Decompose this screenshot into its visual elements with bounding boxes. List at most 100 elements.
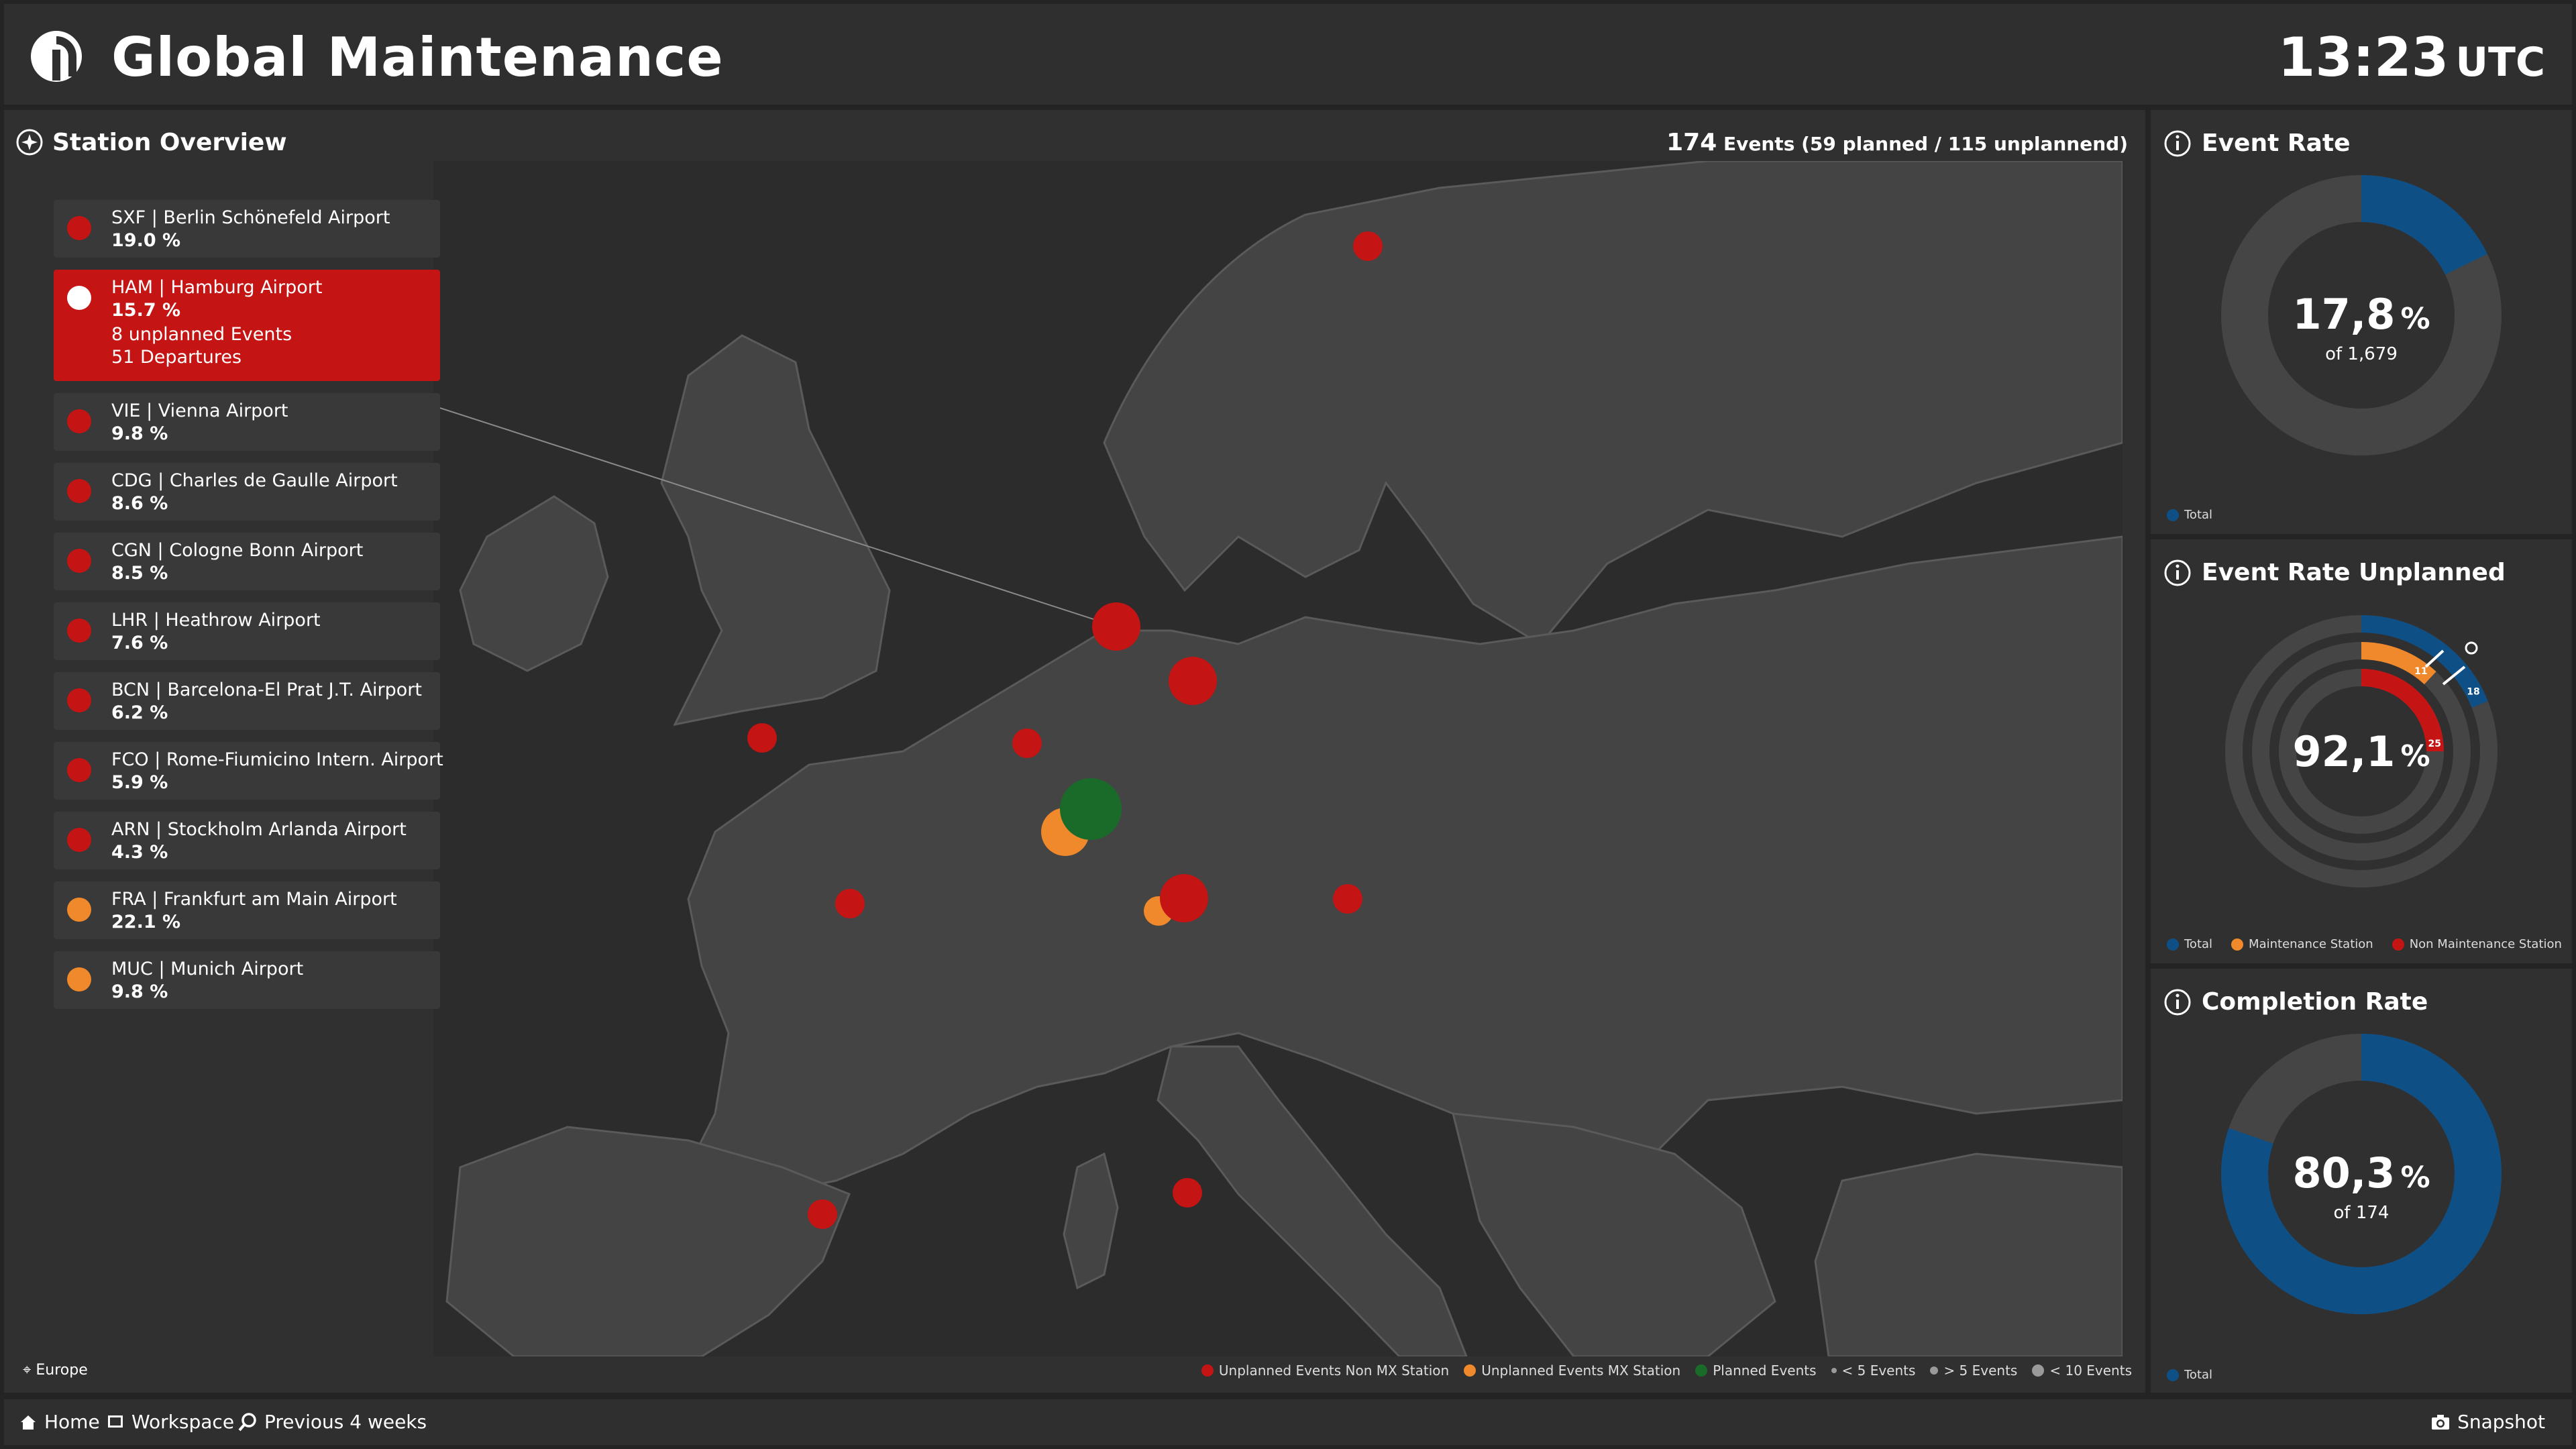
legend-swatch — [2167, 509, 2179, 521]
station-percentage: 9.8 % — [111, 423, 168, 444]
legend-label: Maintenance Station — [2249, 937, 2373, 951]
station-departures: 51 Departures — [111, 347, 242, 368]
completion-rate-donut: 80,3 % of 174 — [2221, 1034, 2502, 1314]
event-rate-unplanned-panel: Event Rate Unplanned 18 11 25 92,1% Total Ma… — [2151, 539, 2572, 963]
date-range-filter[interactable]: Previous 4 weeks — [237, 1399, 427, 1445]
station-status-dot — [67, 619, 91, 643]
station-list-item[interactable]: CGN | Cologne Bonn Airport 8.5 % — [54, 533, 440, 590]
station-percentage: 6.2 % — [111, 702, 168, 723]
info-icon — [2164, 130, 2191, 157]
events-detail: Events (59 planned / 115 unplannend) — [1723, 133, 2128, 155]
station-list: SXF | Berlin Schönefeld Airport 19.0 % HAM… — [54, 200, 443, 1021]
legend-swatch — [2231, 938, 2244, 951]
legend-swatch — [2167, 938, 2179, 951]
region-label: ⌖ Europe — [23, 1360, 88, 1381]
station-percentage: 8.5 % — [111, 563, 168, 584]
legend-swatch — [1201, 1364, 1214, 1377]
station-list-item[interactable]: HAM | Hamburg Airport 15.7 % 8 unplanned E… — [54, 270, 440, 381]
compass-icon — [16, 129, 43, 156]
home-label: Home — [44, 1411, 100, 1433]
legend-item: Planned Events — [1695, 1360, 1817, 1381]
clock: 13:23 UTC — [2278, 24, 2545, 96]
legend-swatch — [1930, 1366, 1939, 1375]
kpi-value-number: 80,3 — [2292, 1148, 2395, 1197]
snapshot-button[interactable]: Snapshot — [2430, 1399, 2545, 1445]
station-list-item[interactable]: LHR | Heathrow Airport 7.6 % — [54, 602, 440, 660]
station-name: MUC | Munich Airport — [111, 959, 304, 979]
station-list-item[interactable]: CDG | Charles de Gaulle Airport 8.6 % — [54, 463, 440, 521]
station-percentage: 7.6 % — [111, 633, 168, 653]
dashboard: Global Maintenance 13:23 UTC Station Over… — [0, 0, 2576, 1449]
bubble-muc[interactable] — [1160, 874, 1208, 922]
station-name: LHR | Heathrow Airport — [111, 610, 321, 631]
legend-label: Total — [2184, 1368, 2213, 1382]
bubble-ham[interactable] — [1092, 602, 1140, 651]
info-icon — [2164, 989, 2191, 1016]
panel-title: Station Overview — [52, 129, 287, 156]
station-status-dot — [67, 758, 91, 782]
kpi-subtext: of 174 — [2334, 1203, 2390, 1223]
station-name: CGN | Cologne Bonn Airport — [111, 540, 364, 561]
footer-bar: Home Workspace Previous 4 weeks Snapshot — [4, 1399, 2572, 1445]
station-list-item[interactable]: ARN | Stockholm Arlanda Airport 4.3 % — [54, 812, 440, 869]
events-total: 174 — [1666, 129, 1717, 156]
station-list-item[interactable]: VIE | Vienna Airport 9.8 % — [54, 393, 440, 451]
kpi-legend: Total — [2167, 1366, 2212, 1385]
ring-target-icon — [2465, 641, 2478, 655]
bubble-sxf[interactable] — [1169, 657, 1217, 705]
bubble-fra-planned[interactable] — [1060, 778, 1122, 840]
home-icon — [21, 1415, 36, 1430]
station-percentage: 22.1 % — [111, 912, 181, 932]
ring-badge: 11 — [2414, 666, 2427, 677]
station-status-dot — [67, 549, 91, 573]
bubble-bcn[interactable] — [808, 1199, 837, 1229]
bubble-arn[interactable] — [1353, 231, 1383, 261]
bubble-vie[interactable] — [1333, 884, 1362, 914]
station-name: FRA | Frankfurt am Main Airport — [111, 889, 397, 910]
workspace-label: Workspace — [131, 1411, 235, 1433]
legend-item: < 5 Events — [1831, 1360, 1915, 1381]
station-percentage: 15.7 % — [111, 300, 181, 321]
legend-swatch — [1464, 1364, 1477, 1377]
bubble-lhr[interactable] — [747, 723, 777, 753]
station-name: ARN | Stockholm Arlanda Airport — [111, 819, 407, 840]
kpi-value-unit: % — [2400, 739, 2430, 773]
kpi-value-unit: % — [2400, 302, 2430, 336]
kpi-subtext: of 1,679 — [2325, 344, 2398, 364]
station-name: CDG | Charles de Gaulle Airport — [111, 470, 398, 491]
snapshot-label: Snapshot — [2457, 1411, 2545, 1433]
station-list-item[interactable]: SXF | Berlin Schönefeld Airport 19.0 % — [54, 200, 440, 258]
bubble-fco[interactable] — [1173, 1178, 1202, 1208]
bubble-cgn[interactable] — [1012, 729, 1042, 758]
legend-label: Planned Events — [1713, 1362, 1817, 1379]
station-list-item[interactable]: BCN | Barcelona-El Prat J.T. Airport 6.2 … — [54, 672, 440, 730]
bubble-cdg[interactable] — [835, 889, 865, 918]
europe-map[interactable] — [433, 161, 2123, 1356]
legend-item: Total — [2167, 506, 2212, 525]
event-rate-donut: 17,8 %of 1,679 — [2221, 175, 2502, 455]
clock-time: 13:23 — [2277, 26, 2449, 89]
station-percentage: 9.8 % — [111, 981, 168, 1002]
home-link[interactable]: Home — [19, 1399, 100, 1445]
station-percentage: 19.0 % — [111, 230, 181, 251]
workspace-link[interactable]: Workspace — [106, 1399, 234, 1445]
kpi-title: Completion Rate — [2202, 988, 2428, 1016]
station-list-item[interactable]: FCO | Rome-Fiumicino Intern. Airport 5.9 … — [54, 742, 443, 800]
legend-item: > 5 Events — [1930, 1360, 2017, 1381]
kpi-value: 80,3% — [2292, 1148, 2430, 1197]
legend-label: < 10 Events — [2049, 1362, 2132, 1379]
legend-swatch — [2032, 1364, 2045, 1377]
station-name: FCO | Rome-Fiumicino Intern. Airport — [111, 749, 443, 770]
legend-item: Total — [2167, 935, 2212, 954]
location-pin-icon: ⌖ — [23, 1362, 32, 1379]
legend-item: Total — [2167, 1366, 2212, 1385]
app-title: Global Maintenance — [111, 26, 724, 89]
station-list-item[interactable]: MUC | Munich Airport 9.8 % — [54, 951, 440, 1009]
legend-label: Non Maintenance Station — [2409, 937, 2562, 951]
clock-timezone: UTC — [2455, 39, 2545, 86]
legend-item: Maintenance Station — [2231, 935, 2373, 954]
station-status-dot — [67, 967, 91, 991]
station-list-item[interactable]: FRA | Frankfurt am Main Airport 22.1 % — [54, 881, 440, 939]
station-percentage: 8.6 % — [111, 493, 168, 514]
kpi-title: Event Rate — [2202, 129, 2351, 157]
